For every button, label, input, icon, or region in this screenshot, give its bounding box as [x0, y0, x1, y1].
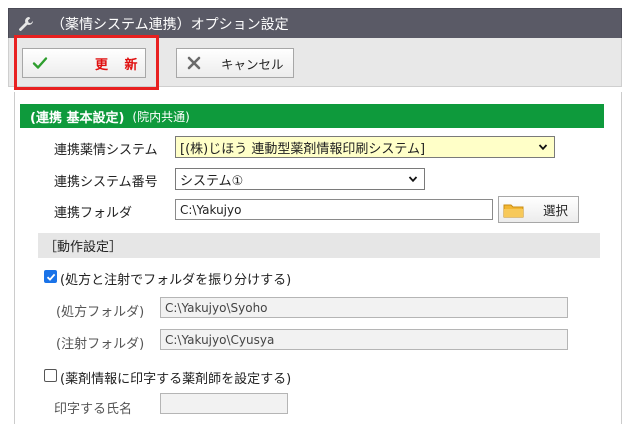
folder-input-value: C:\Yakujyo	[180, 202, 242, 217]
inj-folder-value: C:\Yakujyo\Cyusya	[165, 332, 275, 347]
split-folder-label: (処方と注射でフォルダを振り分けする)	[60, 273, 292, 288]
section-title: (連携 基本設定)	[30, 110, 125, 126]
close-icon	[185, 54, 203, 72]
rx-folder-value: C:\Yakujyo\Syoho	[165, 300, 268, 315]
section-header: (連携 基本設定) (院内共通)	[20, 104, 604, 128]
inj-folder-label: (注射フォルダ)	[56, 337, 145, 352]
cancel-button[interactable]: キャンセル	[176, 48, 294, 78]
wrench-icon	[15, 13, 37, 35]
system-number-value: システム①	[180, 173, 244, 189]
section-scope: (院内共通)	[132, 109, 190, 124]
folder-input[interactable]: C:\Yakujyo	[175, 199, 493, 220]
select-folder-label: 選択	[543, 203, 569, 218]
pharmacist-checkbox[interactable]	[44, 369, 57, 382]
chevron-down-icon	[408, 173, 418, 188]
behavior-settings-title: ［動作設定］	[44, 240, 123, 255]
behavior-settings-header: ［動作設定］	[38, 233, 600, 258]
pharmacist-label: (薬剤情報に印字する薬剤師を設定する)	[60, 372, 292, 387]
system-number-label: 連携システム番号	[54, 175, 158, 190]
cancel-button-label: キャンセル	[221, 56, 284, 72]
print-name-label: 印字する氏名	[54, 402, 133, 417]
rx-folder-label: (処方フォルダ)	[56, 305, 145, 320]
update-button-highlight	[14, 35, 159, 90]
system-select[interactable]: [(株)じほう 連動型薬剤情報印刷システム]	[175, 136, 555, 158]
select-folder-button[interactable]: 選択	[498, 196, 579, 223]
window-title: （薬情システム連携）オプション設定	[51, 16, 289, 33]
system-number-select[interactable]: システム①	[175, 168, 425, 190]
chevron-down-icon	[538, 141, 548, 156]
print-name-input[interactable]	[160, 393, 288, 414]
inj-folder-input[interactable]: C:\Yakujyo\Cyusya	[160, 329, 568, 350]
system-label: 連携薬情システム	[54, 143, 158, 158]
folder-icon	[503, 202, 525, 218]
split-folder-checkbox[interactable]	[44, 270, 57, 283]
rx-folder-input[interactable]: C:\Yakujyo\Syoho	[160, 297, 568, 318]
system-select-value: [(株)じほう 連動型薬剤情報印刷システム]	[180, 141, 426, 157]
folder-label: 連携フォルダ	[54, 206, 133, 221]
